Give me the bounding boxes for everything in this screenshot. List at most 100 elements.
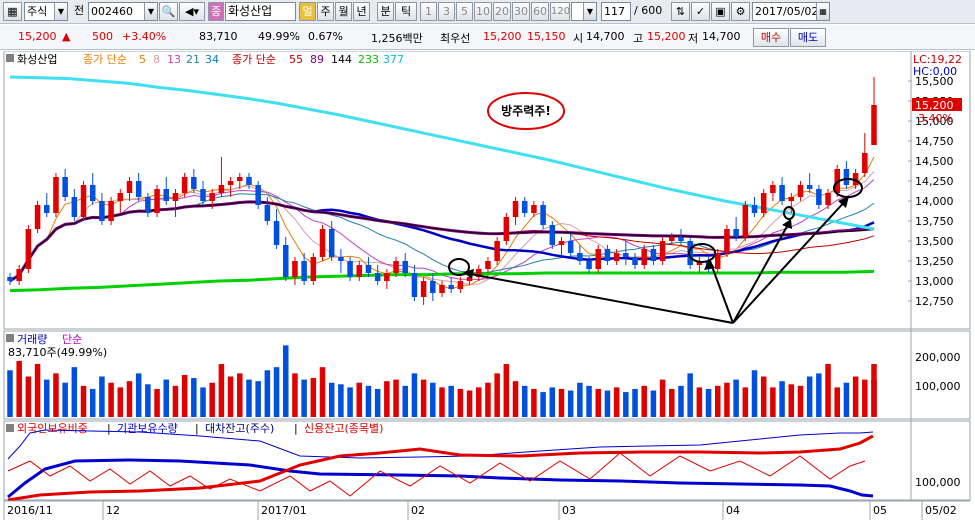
candle-body (577, 253, 583, 261)
volume-bar (586, 385, 592, 417)
volume-bar (319, 367, 326, 417)
candle-body (356, 265, 363, 277)
interval-10[interactable]: 10 (474, 2, 492, 21)
chart-area[interactable]: 화성산업 종가 단순 5 8 13 21 34 종가 단순 55 89 144 … (0, 51, 975, 520)
volume-bar (393, 379, 399, 417)
volume-bar (476, 387, 482, 417)
period-tick[interactable]: 틱 (395, 2, 417, 21)
interval-60[interactable]: 60 (531, 2, 549, 21)
volume-bar (145, 384, 151, 417)
period-tag[interactable]: 멀 (299, 2, 316, 21)
candle-body (71, 197, 78, 217)
candle-body (650, 249, 657, 261)
volume-bar (862, 379, 868, 417)
period-year[interactable]: 년 (353, 2, 370, 21)
speaker-icon[interactable]: ◀▾ (179, 2, 205, 21)
panel-handle-icon[interactable] (6, 424, 14, 432)
volume-bar (365, 385, 372, 417)
candle-body (797, 185, 804, 197)
sell-button[interactable]: 매도 (790, 28, 826, 47)
company-tag[interactable]: 종 (208, 2, 224, 21)
period-week[interactable]: 주 (317, 2, 334, 21)
volume-bar (669, 388, 675, 417)
interval-120[interactable]: 120 (550, 2, 570, 21)
volume-bar (200, 387, 206, 417)
calendar-icon[interactable]: ▦ (816, 3, 829, 20)
volume-bar (237, 373, 243, 417)
interval-3[interactable]: 3 (438, 2, 455, 21)
save-icon[interactable]: ▣ (711, 2, 730, 21)
volume-bar (687, 373, 693, 417)
count-input[interactable]: 117 (601, 2, 631, 21)
candle-body (420, 281, 427, 297)
candle-body (733, 229, 739, 237)
candle-body (623, 253, 629, 257)
ma2-period-377: 377 (383, 53, 404, 66)
volume-ytick-100k: 100,000 (915, 380, 961, 393)
candle-body (540, 205, 546, 225)
candle-body (181, 177, 188, 193)
legend-lending: 대차잔고(주수) (205, 422, 274, 435)
volume-bar (825, 364, 831, 417)
volume-bar (16, 360, 22, 417)
volume-bar (218, 364, 225, 417)
grid-menu-icon[interactable]: ▦ (3, 2, 22, 21)
volume-bar (696, 387, 703, 417)
market-type-select[interactable]: 주식 ▼ (24, 2, 68, 21)
volume-bar (356, 382, 363, 417)
chevron-down-icon: ▼ (144, 3, 157, 20)
date-input[interactable]: 2017/05/02 ▦ (752, 2, 830, 21)
candle-body (16, 269, 22, 281)
best-quote-label: 최우선 (440, 32, 471, 45)
stock-code-value: 002460 (91, 5, 133, 18)
stock-code-input[interactable]: 002460 ▼ (88, 2, 158, 21)
volume-bar (834, 387, 840, 417)
volume-bar (549, 387, 556, 417)
volume-bar (273, 367, 280, 417)
interval-30[interactable]: 30 (512, 2, 530, 21)
volume-bar (779, 381, 785, 417)
volume-bar (25, 376, 32, 417)
buy-button[interactable]: 매수 (753, 28, 789, 47)
interval-custom-input[interactable]: ▼ (571, 2, 597, 21)
interval-20[interactable]: 20 (493, 2, 511, 21)
volume-bar (71, 367, 78, 417)
volume-bar (338, 384, 344, 417)
interval-1[interactable]: 1 (420, 2, 437, 21)
volume-bar (659, 379, 666, 417)
volume-bar (650, 390, 657, 417)
check-icon[interactable]: ✓ (691, 2, 710, 21)
panel-handle-icon[interactable] (6, 334, 14, 342)
chart-tool-icon[interactable]: ⇅ (671, 2, 690, 21)
gear-icon[interactable]: ⚙ (731, 2, 750, 21)
candle-body (806, 185, 813, 189)
volume-bar (246, 379, 252, 417)
low-label: 저 (688, 32, 699, 45)
candle-body (742, 205, 749, 237)
legend-sep-1: | (107, 422, 111, 435)
price-ytick: 15,500 (915, 75, 954, 88)
candle-body (521, 201, 528, 213)
candle-body (825, 193, 831, 205)
price-panel-title: 화성산업 (17, 53, 57, 66)
volume-ytick-200k: 200,000 (915, 351, 961, 364)
volume-bar (411, 373, 418, 417)
volume-bar (733, 379, 739, 417)
volume-bar (485, 382, 491, 417)
candle-body (871, 105, 877, 145)
volume-bar (126, 381, 133, 417)
panel-handle-icon[interactable] (6, 54, 14, 62)
volume-bar (310, 378, 317, 417)
search-icon[interactable]: 🔍 (159, 2, 178, 21)
candle-body (595, 249, 602, 269)
volume-bar (62, 382, 68, 417)
volume-bar (632, 388, 638, 417)
candle-body (430, 281, 436, 293)
volume-bar (191, 378, 197, 417)
period-month[interactable]: 월 (335, 2, 352, 21)
volume-bar (402, 385, 408, 417)
volume-bar (797, 385, 804, 417)
interval-5[interactable]: 5 (456, 2, 473, 21)
candle-body (613, 253, 620, 261)
period-minute[interactable]: 분 (377, 2, 394, 21)
